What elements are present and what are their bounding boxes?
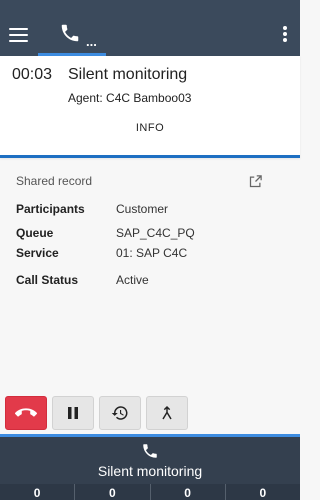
history-button[interactable] [99,396,141,430]
hamburger-menu-icon[interactable] [9,28,28,42]
tab-info[interactable]: INFO [0,122,300,134]
call-header: 00:03 Silent monitoring Agent: C4C Bambo… [0,56,300,158]
history-icon [111,406,128,420]
counter-3[interactable]: 0 [151,484,226,500]
call-status-value: Active [116,273,149,287]
hang-up-button[interactable] [5,396,47,430]
service-label: Service [16,246,59,260]
participants-label: Participants [16,202,85,216]
kebab-menu-icon[interactable] [282,26,288,44]
call-actions [5,396,195,430]
call-timer: 00:03 [12,66,53,83]
shared-record-label: Shared record [16,174,93,188]
merge-button[interactable] [146,396,188,430]
counter-row: 0 0 0 0 [0,484,300,500]
agent-label: Agent: C4C Bamboo03 [68,91,192,105]
counter-2[interactable]: 0 [75,484,151,500]
pause-icon [68,407,78,419]
call-title: Silent monitoring [68,66,188,83]
counter-4[interactable]: 0 [226,484,300,500]
open-external-icon[interactable] [248,174,263,189]
queue-label: Queue [16,226,54,240]
queue-value: SAP_C4C_PQ [116,226,195,240]
participants-value: Customer [116,202,169,216]
top-bar: ... [0,0,300,56]
bottom-call-bar[interactable]: Silent monitoring 0 0 0 0 [0,434,300,500]
counter-1[interactable]: 0 [0,484,76,500]
call-status-label: Call Status [16,273,79,287]
tab-phone[interactable]: ... [38,18,106,56]
merge-icon [162,405,172,420]
hold-button[interactable] [52,396,94,430]
phone-icon [61,24,79,42]
phone-icon [143,444,157,458]
service-value: 01: SAP C4C [116,246,188,260]
tab-dots: ... [86,34,97,49]
bottom-call-title: Silent monitoring [97,463,203,479]
hang-up-icon [15,408,37,417]
